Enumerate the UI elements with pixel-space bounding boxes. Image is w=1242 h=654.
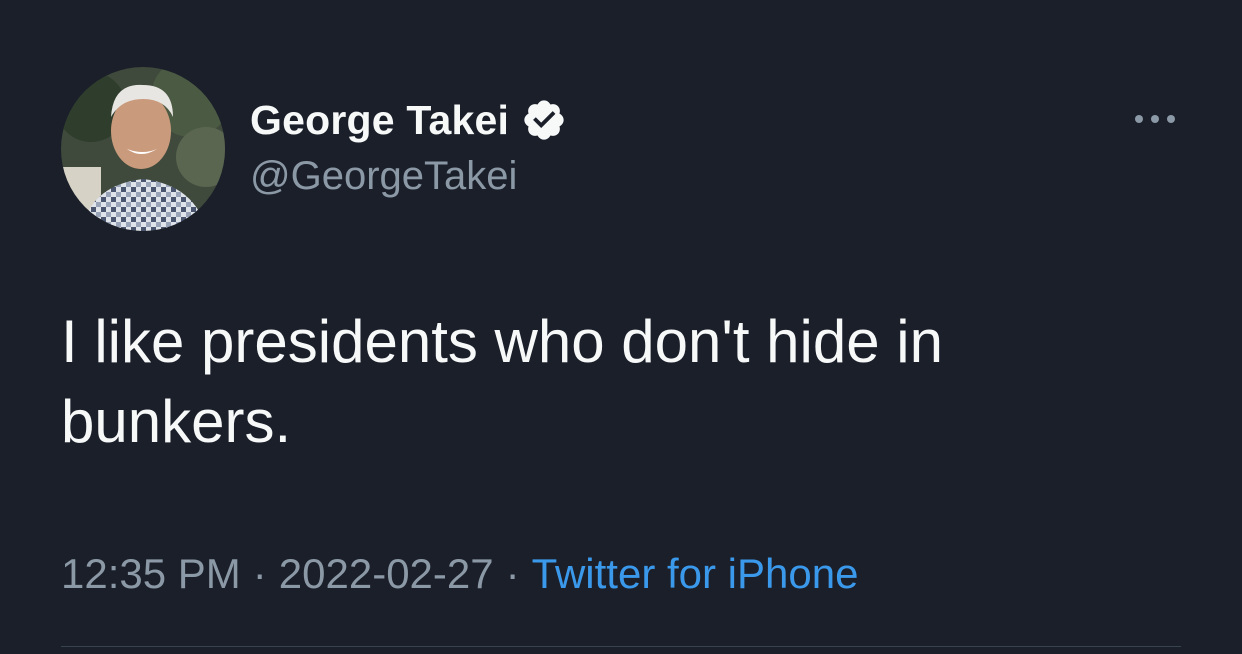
divider — [61, 646, 1181, 647]
tweet-source-link[interactable]: Twitter for iPhone — [532, 550, 859, 597]
avatar-photo — [61, 67, 225, 231]
tweet-container: George Takei @GeorgeTakei I like preside… — [0, 0, 1242, 654]
author-display-name[interactable]: George Takei — [250, 97, 509, 144]
tweet-date[interactable]: 2022-02-27 — [279, 550, 494, 597]
tweet-text: I like presidents who don't hide in bunk… — [61, 308, 943, 455]
author-handle[interactable]: @GeorgeTakei — [250, 154, 517, 199]
tweet-metadata: 12:35 PM · 2022-02-27 · Twitter for iPhone — [61, 550, 858, 598]
verified-badge-icon — [521, 97, 567, 143]
avatar[interactable] — [61, 67, 225, 231]
meta-separator: · — [505, 550, 520, 597]
author-name-row: George Takei — [250, 94, 567, 146]
tweet-time[interactable]: 12:35 PM — [61, 550, 241, 597]
more-options-icon[interactable] — [1131, 104, 1179, 134]
meta-separator: · — [252, 550, 267, 597]
